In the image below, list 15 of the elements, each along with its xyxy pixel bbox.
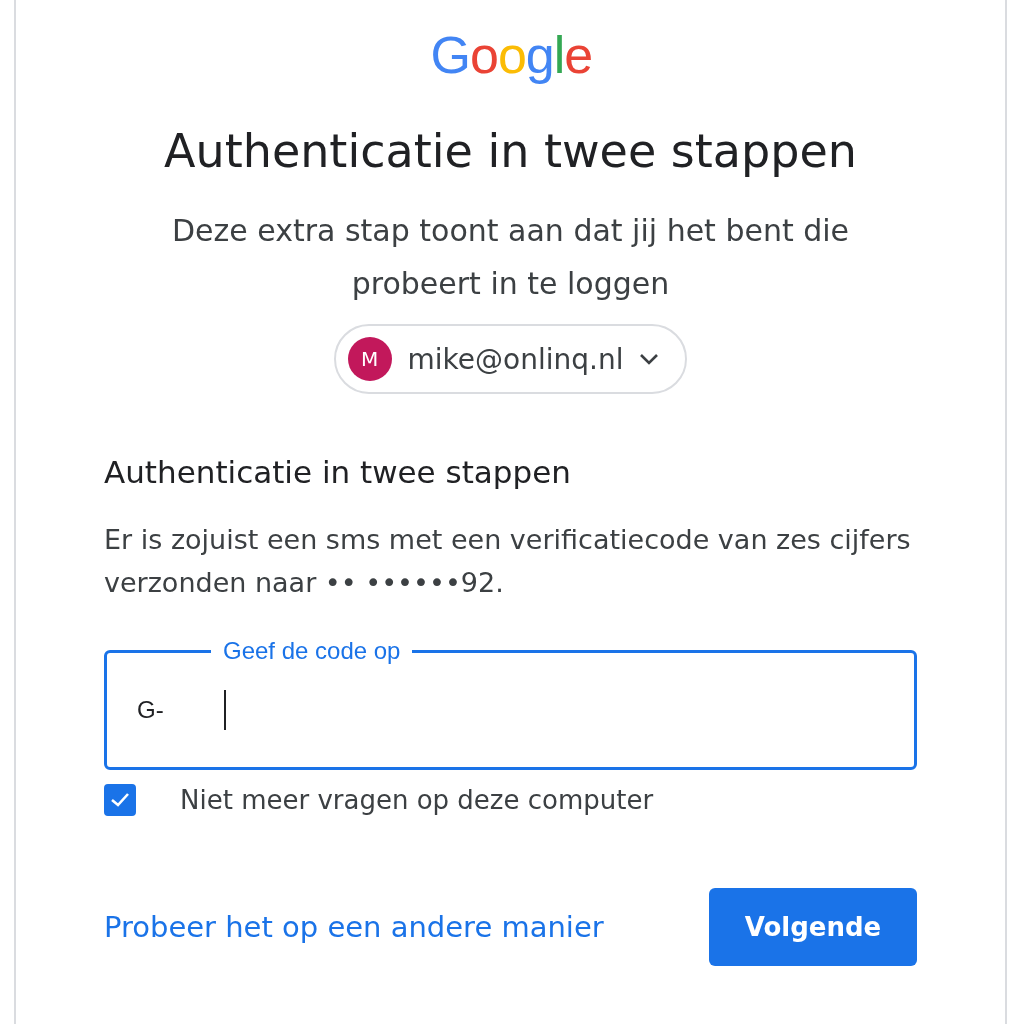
checkbox[interactable] [104, 784, 136, 816]
page-title: Authenticatie in twee stappen [163, 124, 858, 178]
message-text: Er is zojuist een sms met een verificatiecode van zes cijfers verzonden naar •• ••••••92. [104, 523, 912, 600]
check-icon [109, 791, 131, 809]
code-prefix: G- [137, 696, 164, 724]
next-button[interactable]: Volgende [709, 888, 917, 966]
google-logo: Google [430, 25, 591, 86]
avatar: M [347, 337, 392, 381]
subtitle-text: Deze extra stap toont aan dat jij het bent die probeert in te loggen [170, 212, 851, 303]
section-heading: Authenticatie in twee stappen [104, 453, 572, 492]
text-cursor [223, 690, 226, 730]
checkbox-label[interactable]: Niet meer vragen op deze computer [180, 785, 654, 815]
account-chip[interactable]: M mike@onlinq.nl [333, 324, 688, 394]
caret-icon [639, 353, 660, 365]
try-another-way-link[interactable]: Probeer het op een andere manier [104, 910, 604, 944]
